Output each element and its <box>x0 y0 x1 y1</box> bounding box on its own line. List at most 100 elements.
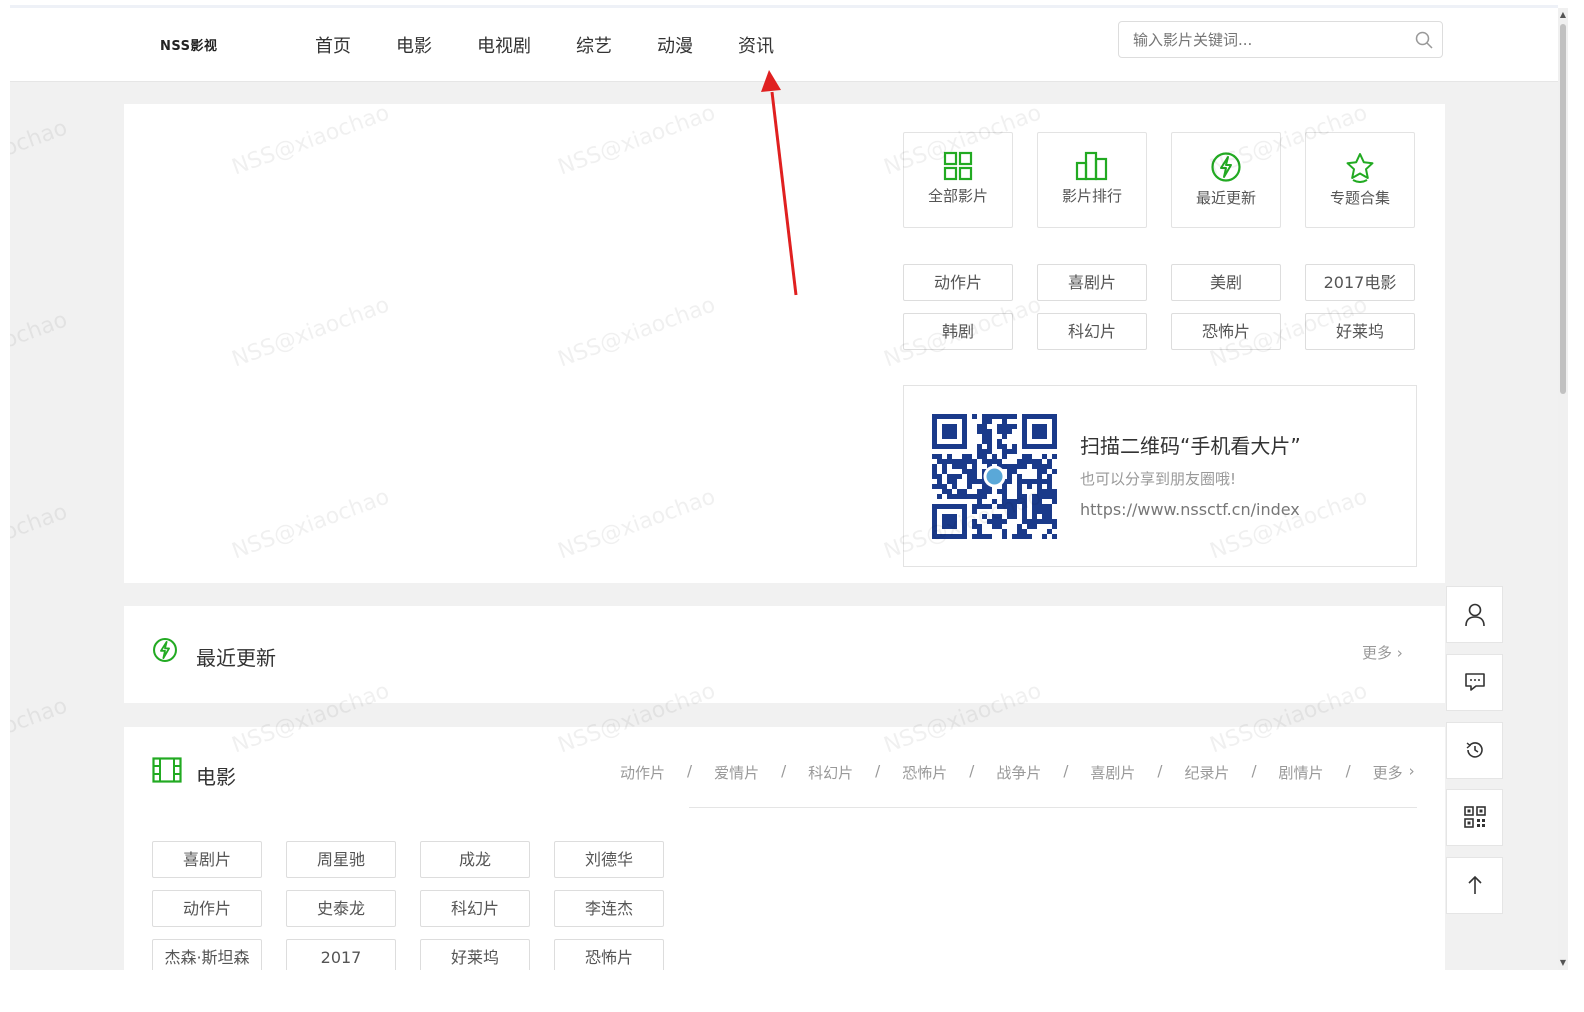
lightning-icon <box>1211 152 1241 182</box>
main-nav: 首页 电影 电视剧 综艺 动漫 资讯 <box>315 32 819 58</box>
bar-chart-icon <box>1075 151 1108 181</box>
qr-title: 扫描二维码“手机看大片” <box>1080 434 1301 458</box>
movie-tag[interactable]: 杰森·斯坦森 <box>152 939 262 970</box>
history-icon <box>1466 742 1483 758</box>
category-comedy[interactable]: 喜剧片 <box>1090 762 1135 783</box>
movie-tag[interactable]: 科幻片 <box>420 890 530 927</box>
movie-tag[interactable]: 2017 <box>286 939 396 970</box>
nav-movies[interactable]: 电影 <box>396 32 432 58</box>
comment-button[interactable] <box>1446 654 1503 711</box>
grid-icon <box>943 151 973 181</box>
user-icon <box>1465 603 1485 627</box>
quick-link-latest[interactable]: 最近更新 <box>1171 132 1281 228</box>
lightning-icon <box>153 638 177 662</box>
vertical-scrollbar[interactable]: ▲ ▼ <box>1558 8 1568 970</box>
section-title: 电影 <box>196 765 236 789</box>
banner-area <box>124 104 884 583</box>
separator: / <box>875 762 881 780</box>
watermark: ochao <box>10 115 71 162</box>
nav-tv-series[interactable]: 电视剧 <box>477 32 531 58</box>
qr-url[interactable]: https://www.nssctf.cn/index <box>1080 500 1300 519</box>
tag-horror[interactable]: 恐怖片 <box>1171 313 1281 350</box>
movie-tag[interactable]: 周星驰 <box>286 841 396 878</box>
qrcode-icon <box>1464 806 1486 828</box>
quick-link-label: 影片排行 <box>1061 187 1122 205</box>
quick-link-collections[interactable]: 专题合集 <box>1305 132 1415 228</box>
category-documentary[interactable]: 纪录片 <box>1184 762 1229 783</box>
scroll-down-arrow[interactable]: ▼ <box>1558 956 1568 970</box>
movie-tag[interactable]: 史泰龙 <box>286 890 396 927</box>
movie-tag[interactable]: 喜剧片 <box>152 841 262 878</box>
quick-link-label: 最近更新 <box>1195 189 1256 207</box>
chevron-right-icon: › <box>1408 762 1415 780</box>
movie-category-links: 动作片 / 爱情片 / 科幻片 / 恐怖片 / 战争片 / 喜剧片 / 纪录片 / 剧情片 / … <box>620 762 1415 783</box>
watermark: ochao <box>10 693 71 740</box>
category-war[interactable]: 战争片 <box>996 762 1041 783</box>
watermark: ochao <box>10 307 71 354</box>
comment-icon <box>1465 673 1485 691</box>
separator: / <box>781 762 787 780</box>
separator: / <box>687 762 693 780</box>
qr-code-image <box>932 414 1057 539</box>
scrollbar-thumb[interactable] <box>1560 24 1566 394</box>
tag-sci-fi[interactable]: 科幻片 <box>1037 313 1147 350</box>
movie-tag[interactable]: 动作片 <box>152 890 262 927</box>
category-drama[interactable]: 剧情片 <box>1279 762 1324 783</box>
separator: / <box>1345 762 1351 780</box>
more-link[interactable]: 更多 › <box>1362 642 1403 663</box>
qr-subtitle: 也可以分享到朋友圈哦! <box>1080 470 1237 488</box>
category-romance[interactable]: 爱情片 <box>714 762 759 783</box>
more-label: 更多 <box>1362 644 1393 662</box>
nav-news[interactable]: 资讯 <box>738 32 774 58</box>
history-button[interactable] <box>1446 722 1503 779</box>
search-icon[interactable] <box>1414 30 1434 50</box>
separator: / <box>969 762 975 780</box>
star-icon <box>1346 153 1374 183</box>
watermark: ochao <box>10 499 71 546</box>
page: NSS影视 首页 电影 电视剧 综艺 动漫 资讯 全部影片 影片排行 最近更新 <box>10 8 1558 970</box>
separator: / <box>1157 762 1163 780</box>
search-input[interactable] <box>1131 30 1405 50</box>
nav-anime[interactable]: 动漫 <box>657 32 693 58</box>
divider <box>689 807 1417 808</box>
category-horror[interactable]: 恐怖片 <box>902 762 947 783</box>
category-action[interactable]: 动作片 <box>620 762 665 783</box>
search-box <box>1118 21 1443 58</box>
movie-tag[interactable]: 恐怖片 <box>554 939 664 970</box>
nav-home[interactable]: 首页 <box>315 32 351 58</box>
scroll-up-arrow[interactable]: ▲ <box>1558 8 1568 22</box>
tag-hollywood[interactable]: 好莱坞 <box>1305 313 1415 350</box>
separator: / <box>1063 762 1069 780</box>
site-header: NSS影视 首页 电影 电视剧 综艺 动漫 资讯 <box>10 8 1558 82</box>
window-bottom <box>0 970 1584 1012</box>
tag-comedy[interactable]: 喜剧片 <box>1037 264 1147 301</box>
user-button[interactable] <box>1446 586 1503 643</box>
chevron-right-icon: › <box>1396 644 1403 662</box>
section-title: 最近更新 <box>196 646 276 670</box>
hero-panel: 全部影片 影片排行 最近更新 专题合集 动作片 喜剧片 美剧 2017电影 韩剧… <box>124 104 1445 583</box>
back-to-top-button[interactable] <box>1446 857 1503 914</box>
movie-tag[interactable]: 李连杰 <box>554 890 664 927</box>
tag-2017-movies[interactable]: 2017电影 <box>1305 264 1415 301</box>
quick-link-label: 专题合集 <box>1329 189 1390 207</box>
quick-link-label: 全部影片 <box>927 187 988 205</box>
recent-updates-section: 最近更新 更多 › <box>124 606 1445 703</box>
movie-tag[interactable]: 成龙 <box>420 841 530 878</box>
tag-korean-drama[interactable]: 韩剧 <box>903 313 1013 350</box>
film-icon <box>152 757 182 783</box>
tag-action[interactable]: 动作片 <box>903 264 1013 301</box>
movies-section: 电影 动作片 / 爱情片 / 科幻片 / 恐怖片 / 战争片 / 喜剧片 / 纪录片 / 剧情… <box>124 727 1445 970</box>
tag-us-drama[interactable]: 美剧 <box>1171 264 1281 301</box>
separator: / <box>1251 762 1257 780</box>
movie-tag[interactable]: 好莱坞 <box>420 939 530 970</box>
category-sci-fi[interactable]: 科幻片 <box>808 762 853 783</box>
site-logo[interactable]: NSS影视 <box>160 35 218 54</box>
qrcode-button[interactable] <box>1446 789 1503 846</box>
back-to-top-icon <box>1468 875 1482 894</box>
nav-variety[interactable]: 综艺 <box>576 32 612 58</box>
quick-link-ranking[interactable]: 影片排行 <box>1037 132 1147 228</box>
movie-tag[interactable]: 刘德华 <box>554 841 664 878</box>
quick-link-all-movies[interactable]: 全部影片 <box>903 132 1013 228</box>
category-more[interactable]: 更多 <box>1373 762 1403 783</box>
qr-promo: 扫描二维码“手机看大片” 也可以分享到朋友圈哦! https://www.nss… <box>903 385 1417 567</box>
